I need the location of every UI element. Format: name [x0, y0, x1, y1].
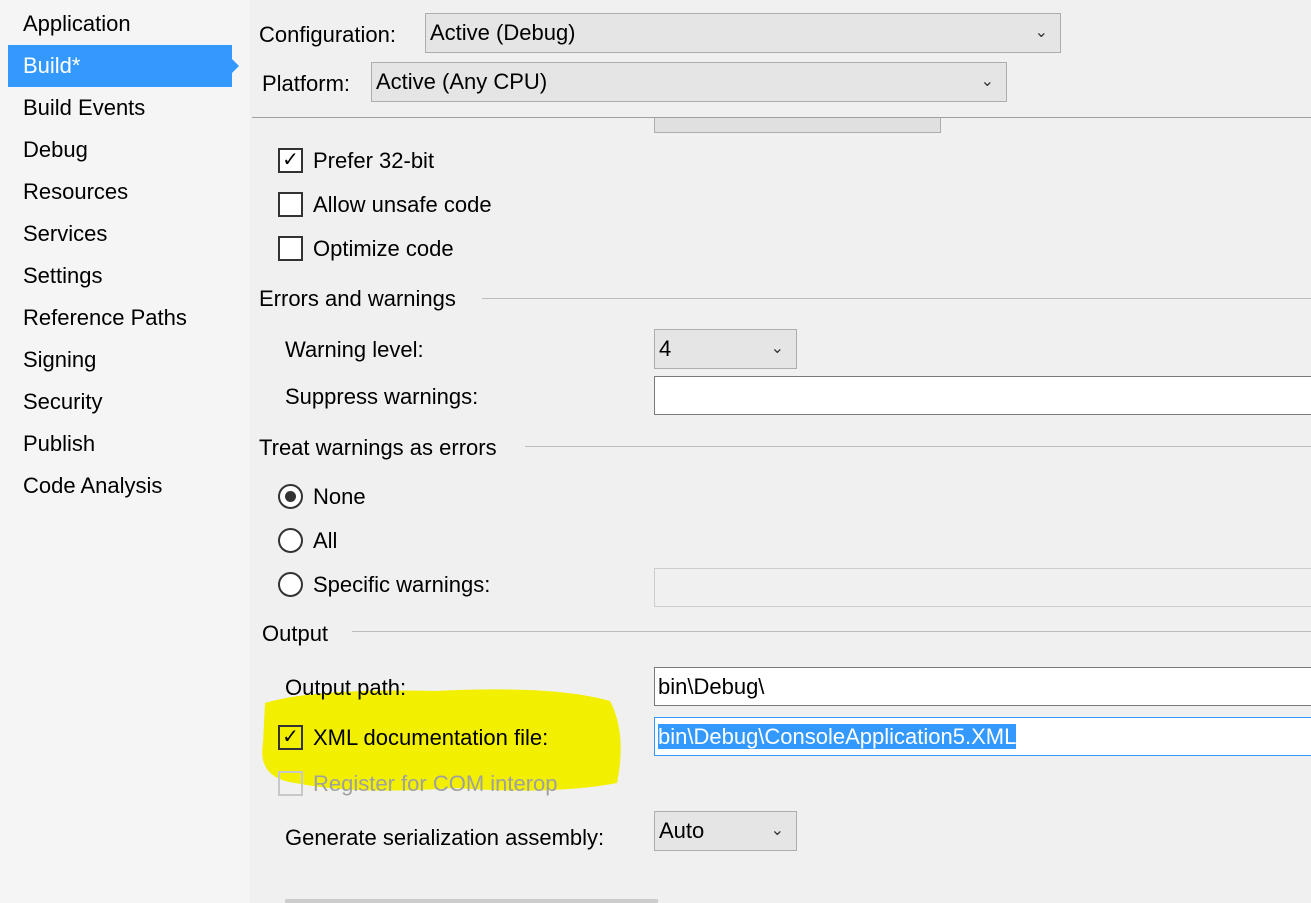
platform-value: Active (Any CPU) [376, 69, 548, 94]
chevron-down-icon: ⌄ [1034, 24, 1048, 41]
optimize-checkbox[interactable] [278, 236, 303, 261]
sidebar-item-reference-paths[interactable]: Reference Paths [8, 297, 232, 339]
warning-level-label: Warning level: [285, 337, 424, 362]
chevron-down-icon: ⌄ [770, 340, 784, 357]
sidebar-item-services[interactable]: Services [8, 213, 232, 255]
serialization-label: Generate serialization assembly: [285, 825, 605, 850]
divider [482, 298, 1311, 299]
sidebar-item-publish[interactable]: Publish [8, 423, 232, 465]
xml-doc-input[interactable]: bin\Debug\ConsoleApplication5.XML [654, 717, 1311, 756]
prefer32-checkbox[interactable]: ✓ [278, 148, 303, 173]
com-interop-label: Register for COM interop [313, 771, 558, 796]
all-radio[interactable] [278, 528, 303, 553]
xml-doc-value: bin\Debug\ConsoleApplication5.XML [658, 724, 1017, 749]
horizontal-scrollbar[interactable] [285, 899, 658, 903]
sidebar-item-code-analysis[interactable]: Code Analysis [8, 465, 232, 507]
errors-section-title: Errors and warnings [259, 286, 456, 311]
unsafe-label: Allow unsafe code [313, 192, 492, 217]
suppress-label: Suppress warnings: [285, 384, 479, 409]
configuration-value: Active (Debug) [430, 20, 576, 45]
optimize-label: Optimize code [313, 236, 454, 261]
sidebar: Application Build* Build Events Debug Re… [0, 0, 250, 903]
serialization-select[interactable]: Auto ⌄ [654, 811, 797, 851]
configuration-label: Configuration: [259, 22, 396, 47]
sidebar-item-build[interactable]: Build* [8, 45, 239, 87]
unsafe-checkbox[interactable] [278, 192, 303, 217]
sidebar-item-build-events[interactable]: Build Events [8, 87, 232, 129]
warning-level-select[interactable]: 4 ⌄ [654, 329, 797, 369]
clipped-select [654, 118, 941, 133]
sidebar-item-resources[interactable]: Resources [8, 171, 232, 213]
output-path-input[interactable]: bin\Debug\ [654, 667, 1311, 706]
sidebar-item-debug[interactable]: Debug [8, 129, 232, 171]
chevron-down-icon: ⌄ [770, 822, 784, 839]
prefer32-label: Prefer 32-bit [313, 148, 435, 173]
treat-section-title: Treat warnings as errors [259, 435, 497, 460]
none-radio[interactable] [278, 484, 303, 509]
output-path-label: Output path: [285, 675, 407, 700]
none-label: None [313, 484, 366, 509]
sidebar-item-security[interactable]: Security [8, 381, 232, 423]
platform-select[interactable]: Active (Any CPU) ⌄ [371, 62, 1007, 102]
sidebar-item-settings[interactable]: Settings [8, 255, 232, 297]
xml-doc-label: XML documentation file: [313, 725, 549, 750]
configuration-select[interactable]: Active (Debug) ⌄ [425, 13, 1061, 53]
specific-label: Specific warnings: [313, 572, 491, 597]
xml-doc-checkbox[interactable]: ✓ [278, 725, 303, 750]
platform-label: Platform: [262, 71, 351, 96]
warning-level-value: 4 [659, 336, 672, 361]
output-section-title: Output [262, 621, 329, 646]
sidebar-item-application[interactable]: Application [8, 3, 232, 45]
sidebar-item-signing[interactable]: Signing [8, 339, 232, 381]
suppress-warnings-input[interactable] [654, 376, 1311, 415]
specific-warnings-input[interactable] [654, 568, 1311, 607]
specific-radio[interactable] [278, 572, 303, 597]
divider [525, 446, 1311, 447]
divider [352, 631, 1311, 632]
serialization-value: Auto [659, 818, 705, 843]
com-interop-checkbox [278, 771, 303, 796]
chevron-down-icon: ⌄ [980, 73, 994, 90]
all-label: All [313, 528, 338, 553]
